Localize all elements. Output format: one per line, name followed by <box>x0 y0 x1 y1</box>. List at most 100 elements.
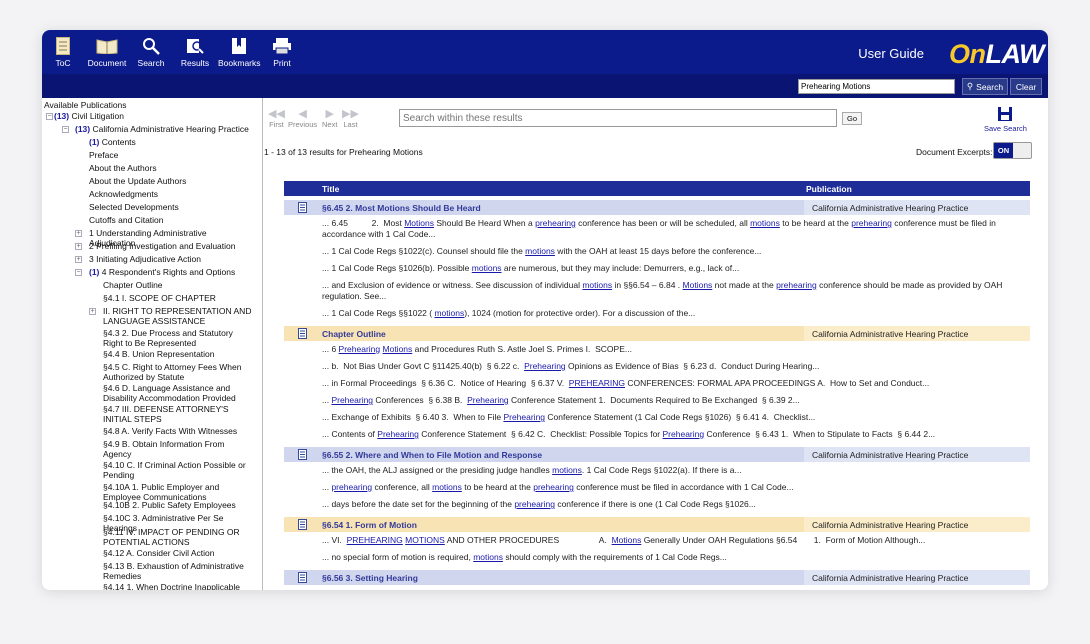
sidebar-item[interactable]: About the Authors <box>89 163 249 173</box>
result-row[interactable]: Chapter Outline California Administrative… <box>284 326 1030 341</box>
result-count: (1) <box>89 137 100 147</box>
search-hit-link[interactable]: Prehearing <box>503 412 545 422</box>
sidebar-item[interactable]: §4.10 C. If Criminal Action Possible or … <box>103 460 253 480</box>
search-hit-link[interactable]: motions <box>582 280 612 290</box>
search-hit-link[interactable]: Motions <box>683 280 713 290</box>
results-button[interactable]: Results <box>179 36 211 68</box>
search-hit-link[interactable]: motions <box>750 218 780 228</box>
search-hit-link[interactable]: prehearing <box>851 218 892 228</box>
sidebar-item[interactable]: Chapter Outline <box>103 280 253 290</box>
result-row[interactable]: §6.56 3. Setting Hearing California Admin… <box>284 570 1030 585</box>
search-hit-link[interactable]: motions <box>432 482 462 492</box>
toc-button[interactable]: ToC <box>52 36 74 68</box>
sidebar-item[interactable]: 3 Initiating Adjudicative Action <box>89 254 249 264</box>
sidebar-item[interactable]: (13) California Administrative Hearing P… <box>75 124 262 134</box>
sidebar-item[interactable]: (1) 4 Respondent's Rights and Options <box>89 267 249 277</box>
sidebar-item[interactable]: (13) Civil Litigation <box>54 111 254 121</box>
sidebar-item[interactable]: §4.10B 2. Public Safety Employees <box>103 500 253 510</box>
sidebar-item[interactable]: About the Update Authors <box>89 176 249 186</box>
sidebar-item[interactable]: §4.7 III. DEFENSE ATTORNEY'S INITIAL STE… <box>103 404 253 424</box>
search-hit-link[interactable]: prehearing <box>535 218 576 228</box>
document-button[interactable]: Document <box>86 36 128 68</box>
excerpts-toggle[interactable]: ON <box>993 142 1032 159</box>
sidebar-item[interactable]: §4.12 A. Consider Civil Action <box>103 548 253 558</box>
sidebar-item[interactable]: 2 Prefiling Investigation and Evaluation <box>89 241 249 251</box>
expand-icon[interactable]: + <box>75 256 82 263</box>
sidebar-item[interactable]: §4.4 B. Union Representation <box>103 349 253 359</box>
sidebar-item[interactable]: §4.14 1. When Doctrine Inapplicable <box>103 582 253 590</box>
sidebar-item[interactable]: §4.8 A. Verify Facts With Witnesses <box>103 426 253 436</box>
search-hit-link[interactable]: prehearing <box>776 280 817 290</box>
search-hit-link[interactable]: Prehearing <box>524 361 566 371</box>
sidebar-item[interactable]: Selected Developments <box>89 202 249 212</box>
collapse-icon[interactable]: − <box>75 269 82 276</box>
search-hit-link[interactable]: prehearing <box>533 482 574 492</box>
result-title[interactable]: §6.55 2. Where and When to File Motion a… <box>322 450 542 460</box>
bookmarks-button[interactable]: Bookmarks <box>218 36 261 68</box>
search-hit-link[interactable]: Motions <box>404 218 434 228</box>
search-hit-link[interactable]: prehearing <box>331 482 372 492</box>
search-hit-link[interactable]: Prehearing <box>663 429 705 439</box>
sidebar-item[interactable]: Acknowledgments <box>89 189 249 199</box>
search-hit-link[interactable]: motions <box>465 588 495 590</box>
result-title[interactable]: §6.54 1. Form of Motion <box>322 520 417 530</box>
user-guide-link[interactable]: User Guide <box>858 46 924 61</box>
search-hit-link[interactable]: Prehearing <box>331 395 373 405</box>
clear-button[interactable]: Clear <box>1010 78 1042 95</box>
sidebar-item[interactable]: (1) Contents <box>89 137 249 147</box>
search-hit-link[interactable]: motions <box>472 263 502 273</box>
collapse-icon[interactable]: − <box>46 113 53 120</box>
search-hit-link[interactable]: PREHEARING <box>569 378 625 388</box>
result-title[interactable]: §6.56 3. Setting Hearing <box>322 573 418 583</box>
sidebar-item[interactable]: §4.1 I. SCOPE OF CHAPTER <box>103 293 253 303</box>
expand-icon[interactable]: + <box>75 230 82 237</box>
sidebar-item[interactable]: §4.13 B. Exhaustion of Administrative Re… <box>103 561 253 581</box>
global-search-input[interactable] <box>798 79 955 94</box>
result-title[interactable]: §6.45 2. Most Motions Should Be Heard <box>322 203 481 213</box>
search-hit-link[interactable]: motions <box>552 465 582 475</box>
sidebar-item[interactable]: §4.9 B. Obtain Information From Agency <box>103 439 253 459</box>
go-button[interactable]: Go <box>842 112 863 125</box>
search-hit-link[interactable]: Motions <box>612 535 642 545</box>
sidebar-item[interactable]: Preface <box>89 150 249 160</box>
search-hit-link[interactable]: PREHEARING <box>347 535 403 545</box>
search-hit-link[interactable]: Motions <box>383 344 413 354</box>
result-row[interactable]: §6.55 2. Where and When to File Motion a… <box>284 447 1030 462</box>
sidebar-item[interactable]: §4.3 2. Due Process and Statutory Right … <box>103 328 253 348</box>
save-search-button[interactable]: Save Search <box>984 106 1027 133</box>
search-submit-button[interactable]: ⚲ Search <box>962 78 1008 95</box>
search-hit-link[interactable]: Prehearing <box>467 395 509 405</box>
sidebar-item[interactable]: §4.6 D. Language Assistance and Disabili… <box>103 383 253 403</box>
search-hit-link[interactable]: Prehearing <box>377 429 419 439</box>
expand-icon[interactable]: + <box>89 308 96 315</box>
print-button[interactable]: Print <box>270 36 294 68</box>
search-hit-link[interactable]: motions <box>525 246 555 256</box>
first-button[interactable]: ◀◀ First <box>268 108 285 129</box>
sidebar-item[interactable]: §4.5 C. Right to Attorney Fees When Auth… <box>103 362 253 382</box>
search-hit-link[interactable]: motions <box>434 308 464 318</box>
previous-button[interactable]: ◀ Previous <box>288 108 317 129</box>
sidebar-item[interactable]: §4.10A 1. Public Employer and Employee C… <box>103 482 253 502</box>
result-publication: California Administrative Hearing Practi… <box>804 517 1030 532</box>
sidebar-item[interactable]: Cutoffs and Citation <box>89 215 249 225</box>
next-button[interactable]: ▶ Next <box>322 108 337 129</box>
search-hit-link[interactable]: prehearing <box>571 588 612 590</box>
sidebar-item[interactable]: §4.11 IV. IMPACT OF PENDING OR POTENTIAL… <box>103 527 253 547</box>
sidebar-item[interactable]: II. RIGHT TO REPRESENTATION AND LANGUAGE… <box>103 306 253 326</box>
collapse-icon[interactable]: − <box>62 126 69 133</box>
search-hit-link[interactable]: prehearing <box>514 499 555 509</box>
result-excerpt: ... 6 Prehearing Motions and Procedures … <box>322 344 632 354</box>
result-title[interactable]: Chapter Outline <box>322 329 386 339</box>
result-row[interactable]: §6.45 2. Most Motions Should Be Heard Cal… <box>284 200 1030 215</box>
search-button[interactable]: Search <box>136 36 166 68</box>
search-hit-link[interactable]: MOTIONS <box>405 535 445 545</box>
search-hit-link[interactable]: motions <box>473 552 503 562</box>
app-window: ToC Document Search Results Bookmarks Pr… <box>42 30 1048 590</box>
expand-icon[interactable]: + <box>75 243 82 250</box>
result-excerpt: ... prehearing conference, all motions t… <box>322 482 794 492</box>
last-button[interactable]: ▶▶ Last <box>342 108 359 129</box>
result-row[interactable]: §6.54 1. Form of Motion California Admini… <box>284 517 1030 532</box>
sidebar-item-label: California Administrative Hearing Practi… <box>92 124 249 134</box>
search-within-results-input[interactable] <box>399 109 837 127</box>
search-hit-link[interactable]: Prehearing <box>339 344 381 354</box>
